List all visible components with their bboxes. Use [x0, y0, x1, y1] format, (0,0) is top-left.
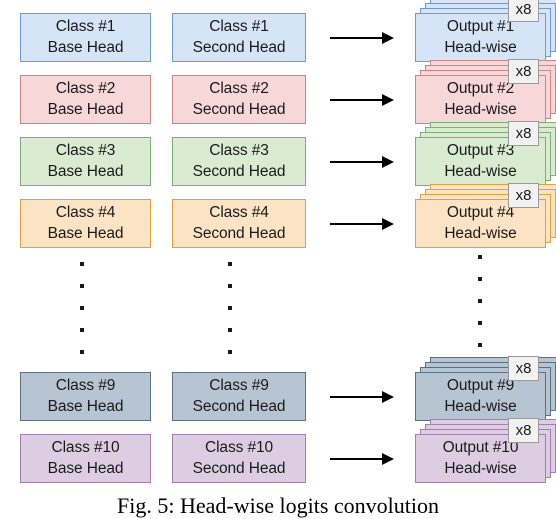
output-box-subtitle: Head-wise: [444, 100, 517, 118]
base-head-box-subtitle: Base Head: [47, 224, 124, 242]
ellipsis-dot: [478, 321, 482, 325]
arrow-head: [382, 32, 394, 44]
second-head-box-title: Class #2: [209, 79, 269, 97]
arrow-right-icon: [330, 32, 394, 44]
second-head-box-class-2: Class #2 Second Head: [172, 75, 306, 124]
arrow-head: [382, 218, 394, 230]
base-head-box-title: Class #9: [55, 376, 116, 394]
multiplier-badge-class-10: x8: [508, 418, 539, 443]
base-head-box-class-4: Class #4 Base Head: [20, 199, 151, 248]
output-box-title: Output #4: [446, 203, 515, 221]
ellipsis-dot: [80, 284, 84, 288]
arrow-right-icon: [330, 391, 394, 403]
arrow-shaft: [330, 37, 384, 39]
ellipsis-dot: [228, 328, 232, 332]
arrow-head: [382, 453, 394, 465]
ellipsis-dot: [478, 343, 482, 347]
base-head-box-title: Class #2: [55, 79, 116, 97]
multiplier-badge-class-3: x8: [508, 121, 539, 146]
output-box-subtitle: Head-wise: [444, 224, 517, 242]
ellipsis-dot: [478, 277, 482, 281]
multiplier-badge-class-1: x8: [508, 0, 539, 22]
second-head-box-class-4: Class #4 Second Head: [172, 199, 306, 248]
arrow-head: [382, 156, 394, 168]
arrow-right-icon: [330, 156, 394, 168]
arrow-shaft: [330, 99, 384, 101]
output-box-title: Output #9: [446, 376, 515, 394]
second-head-box-class-3: Class #3 Second Head: [172, 137, 306, 186]
arrow-head: [382, 391, 394, 403]
base-head-box-subtitle: Base Head: [47, 397, 124, 415]
base-head-box-class-1: Class #1 Base Head: [20, 13, 151, 62]
base-head-box-class-10: Class #10 Base Head: [20, 434, 151, 483]
second-head-box-subtitle: Second Head: [192, 162, 286, 180]
multiplier-badge-class-9: x8: [508, 356, 539, 381]
ellipsis-dot: [228, 262, 232, 266]
second-head-box-title: Class #4: [209, 203, 269, 221]
ellipsis-dot: [478, 255, 482, 259]
output-box-subtitle: Head-wise: [444, 162, 517, 180]
output-box-subtitle: Head-wise: [444, 397, 517, 415]
base-head-box-subtitle: Base Head: [47, 162, 124, 180]
arrow-shaft: [330, 223, 384, 225]
second-head-box-title: Class #1: [209, 17, 269, 35]
base-head-box-subtitle: Base Head: [47, 100, 124, 118]
second-head-box-subtitle: Second Head: [192, 38, 286, 56]
second-head-box-class-1: Class #1 Second Head: [172, 13, 306, 62]
ellipsis-dot: [228, 284, 232, 288]
arrow-right-icon: [330, 453, 394, 465]
base-head-box-class-3: Class #3 Base Head: [20, 137, 151, 186]
ellipsis-dot: [228, 350, 232, 354]
ellipsis-dot: [80, 262, 84, 266]
arrow-shaft: [330, 396, 384, 398]
second-head-box-class-9: Class #9 Second Head: [172, 372, 306, 421]
second-head-box-title: Class #10: [204, 438, 274, 456]
second-head-box-title: Class #9: [209, 376, 269, 394]
arrow-head: [382, 94, 394, 106]
base-head-box-class-9: Class #9 Base Head: [20, 372, 151, 421]
arrow-right-icon: [330, 218, 394, 230]
base-head-box-title: Class #1: [55, 17, 116, 35]
arrow-shaft: [330, 161, 384, 163]
base-head-box-title: Class #4: [55, 203, 116, 221]
ellipsis-dot: [80, 306, 84, 310]
output-box-subtitle: Head-wise: [444, 38, 517, 56]
output-box-subtitle: Head-wise: [444, 459, 517, 477]
ellipsis-dot: [80, 328, 84, 332]
output-box-title: Output #10: [442, 438, 519, 456]
second-head-box-subtitle: Second Head: [192, 100, 286, 118]
multiplier-badge-class-2: x8: [508, 59, 539, 84]
ellipsis-dot: [228, 306, 232, 310]
output-box-title: Output #2: [446, 79, 515, 97]
second-head-box-subtitle: Second Head: [192, 224, 286, 242]
output-box-title: Output #3: [446, 141, 515, 159]
second-head-box-class-10: Class #10 Second Head: [172, 434, 306, 483]
ellipsis-dot: [478, 299, 482, 303]
second-head-box-subtitle: Second Head: [192, 397, 286, 415]
base-head-box-title: Class #3: [55, 141, 116, 159]
figure-head-wise-logits-convolution: Class #1 Base Head Class #2 Base Head Class …: [0, 0, 556, 518]
base-head-box-subtitle: Base Head: [47, 38, 124, 56]
second-head-box-title: Class #3: [209, 141, 269, 159]
output-box-title: Output #1: [446, 17, 515, 35]
base-head-box-title: Class #10: [51, 438, 120, 456]
base-head-box-class-2: Class #2 Base Head: [20, 75, 151, 124]
figure-caption: Fig. 5: Head-wise logits convolution: [116, 493, 440, 518]
arrow-shaft: [330, 458, 384, 460]
arrow-right-icon: [330, 94, 394, 106]
ellipsis-dot: [80, 350, 84, 354]
second-head-box-subtitle: Second Head: [192, 459, 286, 477]
multiplier-badge-class-4: x8: [508, 183, 539, 208]
base-head-box-subtitle: Base Head: [47, 459, 124, 477]
